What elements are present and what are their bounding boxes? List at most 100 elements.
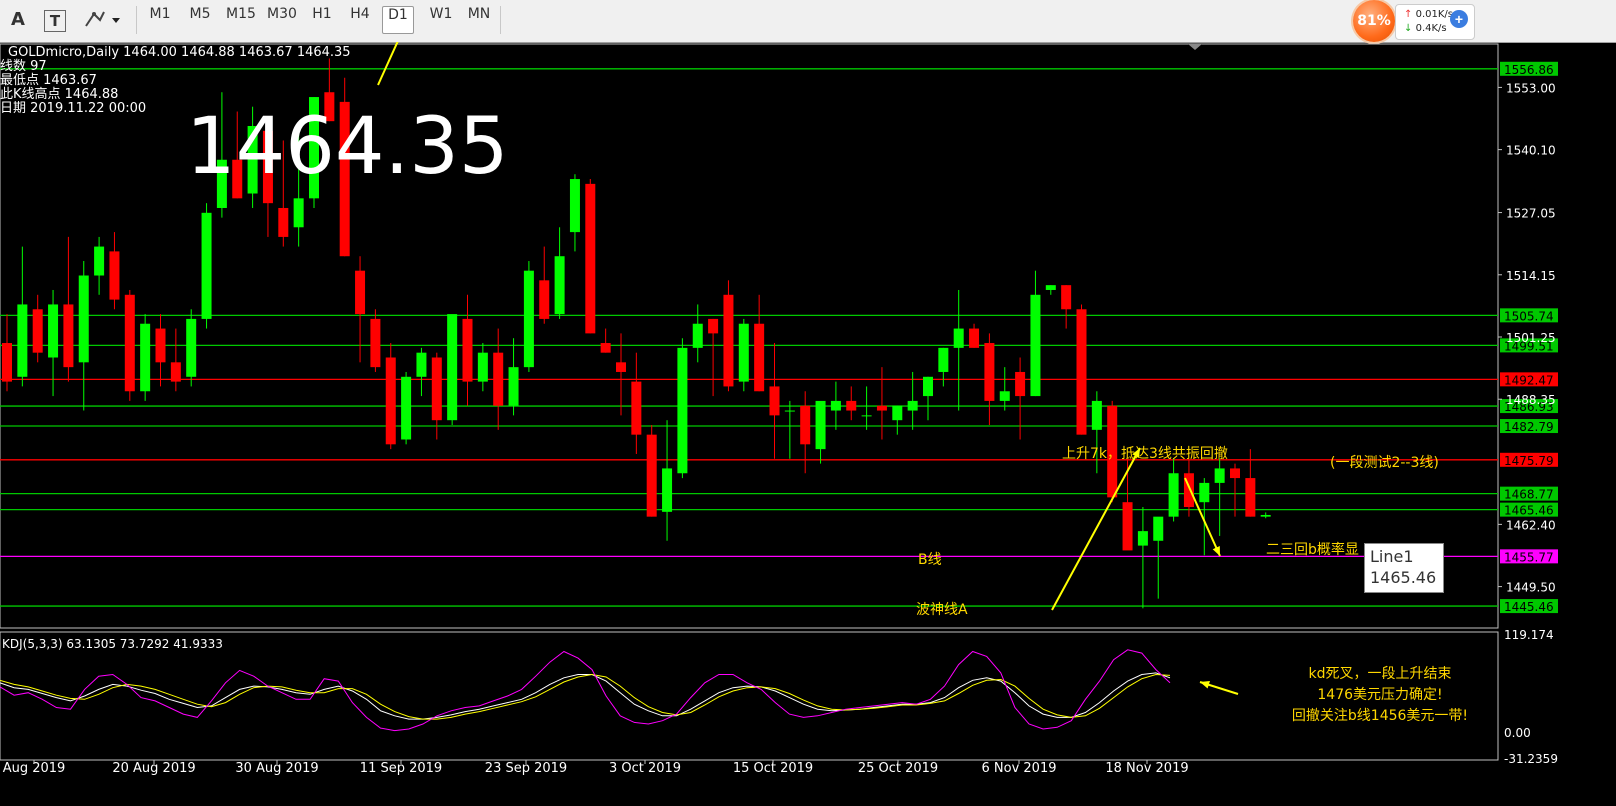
chart-annotation: 二三回b概率显 xyxy=(1266,541,1359,558)
candle-body xyxy=(708,318,719,334)
kdj-series-line xyxy=(0,673,1171,720)
text-label-tool-icon[interactable]: T xyxy=(44,10,66,32)
price-tick-label: 1488.35 xyxy=(1506,393,1556,407)
candle-body xyxy=(17,304,28,377)
candle-body xyxy=(784,410,795,412)
chart-annotation: B线 xyxy=(918,552,942,568)
candle-body xyxy=(1230,468,1240,479)
date-axis: Aug 2019 20 Aug 2019 30 Aug 2019 11 Sep 201… xyxy=(3,760,1189,776)
candle-body xyxy=(1199,482,1210,503)
candle-body xyxy=(477,352,488,382)
candle-body xyxy=(523,270,534,368)
annotation-arrowhead xyxy=(1200,681,1210,689)
kdj-annotation-line: kd死叉，一段上升结束 xyxy=(1308,666,1452,682)
timeframe-m1-button[interactable]: M1 xyxy=(142,6,178,34)
candle-body xyxy=(94,246,105,276)
candle-body xyxy=(800,405,811,445)
upload-rate-text: 0.01K/s xyxy=(1415,9,1453,20)
candle-body xyxy=(953,328,964,348)
price-label: 1465.46 xyxy=(1504,504,1554,518)
kdj-annotation-line: 回撤关注b线1456美元一带! xyxy=(1291,708,1469,724)
candle-body xyxy=(355,270,366,315)
shapes-arrow-icon xyxy=(85,11,120,27)
plus-icon[interactable]: + xyxy=(1450,10,1468,28)
price-tick-label: 1540.10 xyxy=(1506,144,1556,158)
big-price-label: 1464.35 xyxy=(186,102,509,192)
candle-body xyxy=(1214,468,1225,483)
price-label: 1455.77 xyxy=(1504,550,1554,564)
info-low: 最低点 1463.67 xyxy=(0,73,97,88)
candle-body xyxy=(938,347,949,372)
candle-body xyxy=(600,343,611,353)
price-label: 1445.46 xyxy=(1504,600,1554,614)
candle-body xyxy=(447,314,458,421)
candle-body xyxy=(984,343,995,401)
annotation-arrow xyxy=(377,42,399,86)
candle-body xyxy=(892,405,903,421)
candle-body xyxy=(186,318,197,377)
candle-body xyxy=(876,405,887,411)
candle-body xyxy=(493,352,504,406)
scroll-marker-icon xyxy=(1188,44,1202,50)
toolbar-separator xyxy=(500,6,501,34)
candle-body xyxy=(2,343,12,382)
candle-body xyxy=(662,468,673,512)
chart-annotation: 波神线A xyxy=(916,602,968,618)
text-tool-a-icon[interactable]: A xyxy=(4,6,32,34)
info-line-count: 线数 97 xyxy=(0,59,47,74)
candle-body xyxy=(201,212,212,319)
kdj-axis-label: 119.174 xyxy=(1504,628,1554,642)
cpu-usage-badge[interactable]: 81% xyxy=(1353,0,1395,42)
up-arrow-icon: ↑ xyxy=(1404,9,1413,20)
candle-body xyxy=(1091,400,1102,430)
price-label: 1468.77 xyxy=(1504,488,1554,502)
chart-annotation: (一段测试2--3线) xyxy=(1330,455,1439,471)
candle-body xyxy=(1245,478,1256,517)
shapes-tool-icon[interactable] xyxy=(82,6,122,34)
candle-body xyxy=(1260,514,1271,517)
price-tick-label: 1462.40 xyxy=(1506,518,1556,532)
tooltip-name: Line1 xyxy=(1370,547,1414,566)
candle-body xyxy=(416,352,427,377)
price-tick-label: 1514.15 xyxy=(1506,269,1556,283)
timeframe-h4-button[interactable]: H4 xyxy=(344,6,376,34)
candle-body xyxy=(293,198,304,228)
candle-body xyxy=(692,323,703,348)
price-tick-label: 1449.50 xyxy=(1506,581,1556,595)
price-axis: 1556.861505.741499.511492.471486.931482.… xyxy=(1498,61,1558,614)
candle-body xyxy=(63,304,74,368)
candle-body xyxy=(401,376,412,440)
timeframe-d1-button[interactable]: D1 xyxy=(382,6,414,34)
candle-body xyxy=(738,323,749,382)
kdj-title: KDJ(5,3,3) 63.1305 73.7292 41.9333 xyxy=(2,637,223,651)
annotations-layer: 上升7k，抵达3线共振回撤 (一段测试2--3线) 二三回b概率显 B线波神线A xyxy=(377,42,1439,695)
kdj-axis-label: -31.2359 xyxy=(1504,752,1558,766)
candle-body xyxy=(907,400,918,411)
timeframe-h1-button[interactable]: H1 xyxy=(306,6,338,34)
candle-body xyxy=(385,357,396,445)
candle-body xyxy=(1015,371,1026,397)
candle-body xyxy=(140,323,151,392)
candle-body xyxy=(631,381,642,435)
candle-body xyxy=(861,415,872,417)
candle-body xyxy=(616,362,626,372)
symbol-ohlc-line: GOLDmicro,Daily 1464.00 1464.88 1463.67 … xyxy=(8,45,351,60)
price-label: 1482.79 xyxy=(1504,420,1554,434)
candle-body xyxy=(1076,309,1087,435)
timeframe-mn-button[interactable]: MN xyxy=(462,6,496,34)
kdj-series-line xyxy=(0,649,1171,732)
price-label: 1505.74 xyxy=(1504,309,1554,323)
timeframe-w1-button[interactable]: W1 xyxy=(424,6,458,34)
kdj-annotation-line: 1476美元压力确定! xyxy=(1317,687,1443,703)
candle-body xyxy=(508,367,519,406)
price-tick-label: 1527.05 xyxy=(1506,207,1556,221)
candle-body xyxy=(554,256,565,315)
candle-body xyxy=(539,280,550,319)
timeframe-m30-button[interactable]: M30 xyxy=(262,6,302,34)
candle-body xyxy=(723,294,734,387)
kdj-axis-label: 0.00 xyxy=(1504,726,1531,740)
timeframe-m5-button[interactable]: M5 xyxy=(182,6,218,34)
download-rate: ↓ 0.4K/s xyxy=(1404,23,1447,34)
download-rate-text: 0.4K/s xyxy=(1415,23,1447,34)
timeframe-m15-button[interactable]: M15 xyxy=(222,6,260,34)
